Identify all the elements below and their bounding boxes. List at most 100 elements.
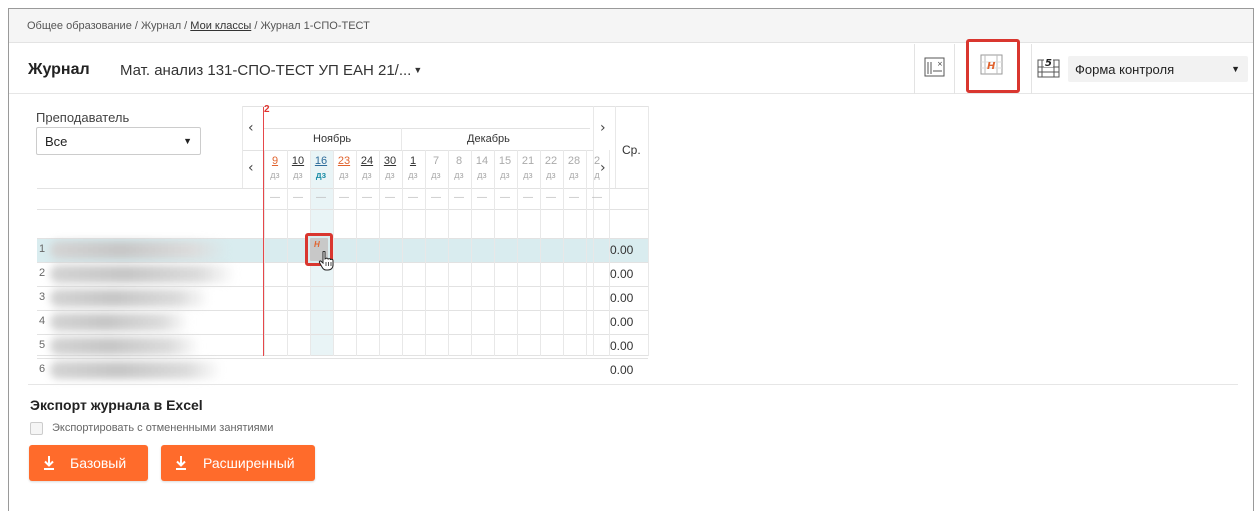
lesson-topic-dash: — [477, 192, 487, 203]
lesson-date: 28 [567, 155, 581, 167]
student-name-blurred[interactable] [50, 289, 210, 307]
grid-line [540, 150, 541, 356]
student-average: 0.00 [610, 339, 634, 353]
toolbar-divider [914, 44, 915, 94]
export-extended-label: Расширенный [203, 455, 295, 471]
lesson-date: 15 [498, 155, 512, 167]
next-month-arrow[interactable]: › [600, 120, 606, 136]
grid-line [287, 150, 288, 356]
svg-text:×: × [937, 60, 943, 68]
lesson-type: дз [362, 170, 372, 180]
grid-line [37, 262, 648, 263]
student-average: 0.00 [610, 291, 634, 305]
student-average: 0.00 [610, 363, 634, 377]
prev-month-arrow[interactable]: ‹ [248, 120, 254, 136]
export-cancelled-checkbox[interactable] [30, 422, 43, 435]
grid-line [37, 334, 648, 335]
student-row-number: 1 [39, 243, 46, 255]
month-label: Декабрь [467, 133, 510, 145]
lesson-date[interactable]: 1 [402, 155, 424, 167]
student-name-blurred[interactable] [50, 361, 222, 379]
lesson-date: 7 [432, 155, 440, 167]
current-period-line [263, 107, 264, 356]
student-row-number: 2 [39, 267, 46, 279]
grid-line [264, 128, 590, 129]
lesson-type: дз [546, 170, 556, 180]
grid-line [648, 106, 649, 356]
absence-mark: Н [314, 240, 320, 249]
student-row-number: 4 [39, 315, 46, 327]
grid-line [37, 310, 648, 311]
form-control-label: Форма контроля [1075, 62, 1175, 77]
lesson-date: 21 [521, 155, 535, 167]
caret-down-icon: ▼ [183, 136, 192, 146]
lesson-type: дз [569, 170, 579, 180]
export-basic-label: Базовый [70, 455, 127, 471]
lesson-type: дз [500, 170, 510, 180]
student-average: 0.00 [610, 315, 634, 329]
lesson-topic-dash: — [339, 192, 349, 203]
cancel-lesson-button[interactable]: × [921, 54, 951, 82]
lesson-type: дз [315, 170, 327, 180]
breadcrumb-link-my-classes[interactable]: Мои классы [190, 20, 251, 32]
lesson-date[interactable]: 10 [287, 155, 309, 167]
grid-line [37, 209, 648, 210]
grid-line [402, 150, 403, 356]
grid-line [517, 150, 518, 356]
lesson-date[interactable]: 16 [310, 155, 332, 167]
lesson-date[interactable]: 23 [333, 155, 355, 167]
grade-mark-icon: 5 [1037, 57, 1060, 78]
teacher-filter-value: Все [45, 134, 68, 149]
lesson-type: дз [523, 170, 533, 180]
grid-line [401, 128, 402, 150]
lesson-topic-dash: — [316, 192, 326, 203]
grid-line [448, 150, 449, 356]
grid-line [425, 150, 426, 356]
export-basic-button[interactable]: Базовый [29, 445, 148, 481]
lesson-date[interactable]: 9 [264, 155, 286, 167]
caret-down-icon: ▼ [1231, 64, 1240, 74]
lesson-topic-dash: — [523, 192, 533, 203]
lesson-type: дз [431, 170, 441, 180]
teacher-filter-select[interactable]: Все ▼ [36, 127, 201, 155]
grid-line [593, 106, 594, 356]
lesson-type: дз [477, 170, 487, 180]
grid-line [586, 150, 587, 356]
journal-header: Журнал Мат. анализ 131-СПО-ТЕСТ УП ЕАН 2… [9, 39, 1253, 94]
lesson-topic-dash: — [270, 192, 280, 203]
student-name-blurred[interactable] [50, 337, 200, 355]
export-extended-button[interactable]: Расширенный [161, 445, 315, 481]
caret-down-icon: ▼ [413, 65, 423, 75]
grid-line [37, 355, 648, 356]
lesson-topic-dash: — [431, 192, 441, 203]
student-name-blurred[interactable] [50, 313, 190, 331]
lesson-topic-dash: — [385, 192, 395, 203]
lesson-date[interactable]: 30 [379, 155, 401, 167]
teacher-filter-label: Преподаватель [36, 110, 130, 125]
lesson-topic-dash: — [362, 192, 372, 203]
student-name-blurred[interactable] [50, 265, 236, 283]
absence-mark-button[interactable]: Н [966, 39, 1020, 93]
page-title: Журнал [28, 61, 90, 78]
average-column-header: Ср. [622, 143, 641, 157]
cancel-lesson-icon: × [924, 57, 945, 77]
lesson-topic-dash: — [408, 192, 418, 203]
breadcrumb: Общее образование / Журнал / Мои классы … [9, 9, 1253, 43]
hand-cursor-icon [318, 251, 334, 271]
prev-lesson-arrow[interactable]: ‹ [248, 160, 254, 176]
download-icon [44, 456, 54, 470]
grid-line [37, 188, 648, 189]
student-name-blurred[interactable] [50, 241, 228, 259]
subject-dropdown[interactable]: Мат. анализ 131-СПО-ТЕСТ УП ЕАН 21/... ▼ [120, 62, 422, 79]
grid-line [615, 106, 616, 188]
lesson-date: 2 [593, 155, 601, 167]
grid-line [37, 238, 648, 239]
grid-line [37, 286, 648, 287]
grid-line [379, 150, 380, 356]
grid-line [242, 106, 243, 188]
subject-label: Мат. анализ 131-СПО-ТЕСТ УП ЕАН 21/... [120, 62, 412, 79]
lesson-date[interactable]: 24 [356, 155, 378, 167]
grade-mark-button[interactable]: 5 [1034, 54, 1064, 82]
lesson-type: д [594, 170, 600, 180]
form-control-dropdown[interactable]: Форма контроля ▼ [1068, 56, 1248, 82]
